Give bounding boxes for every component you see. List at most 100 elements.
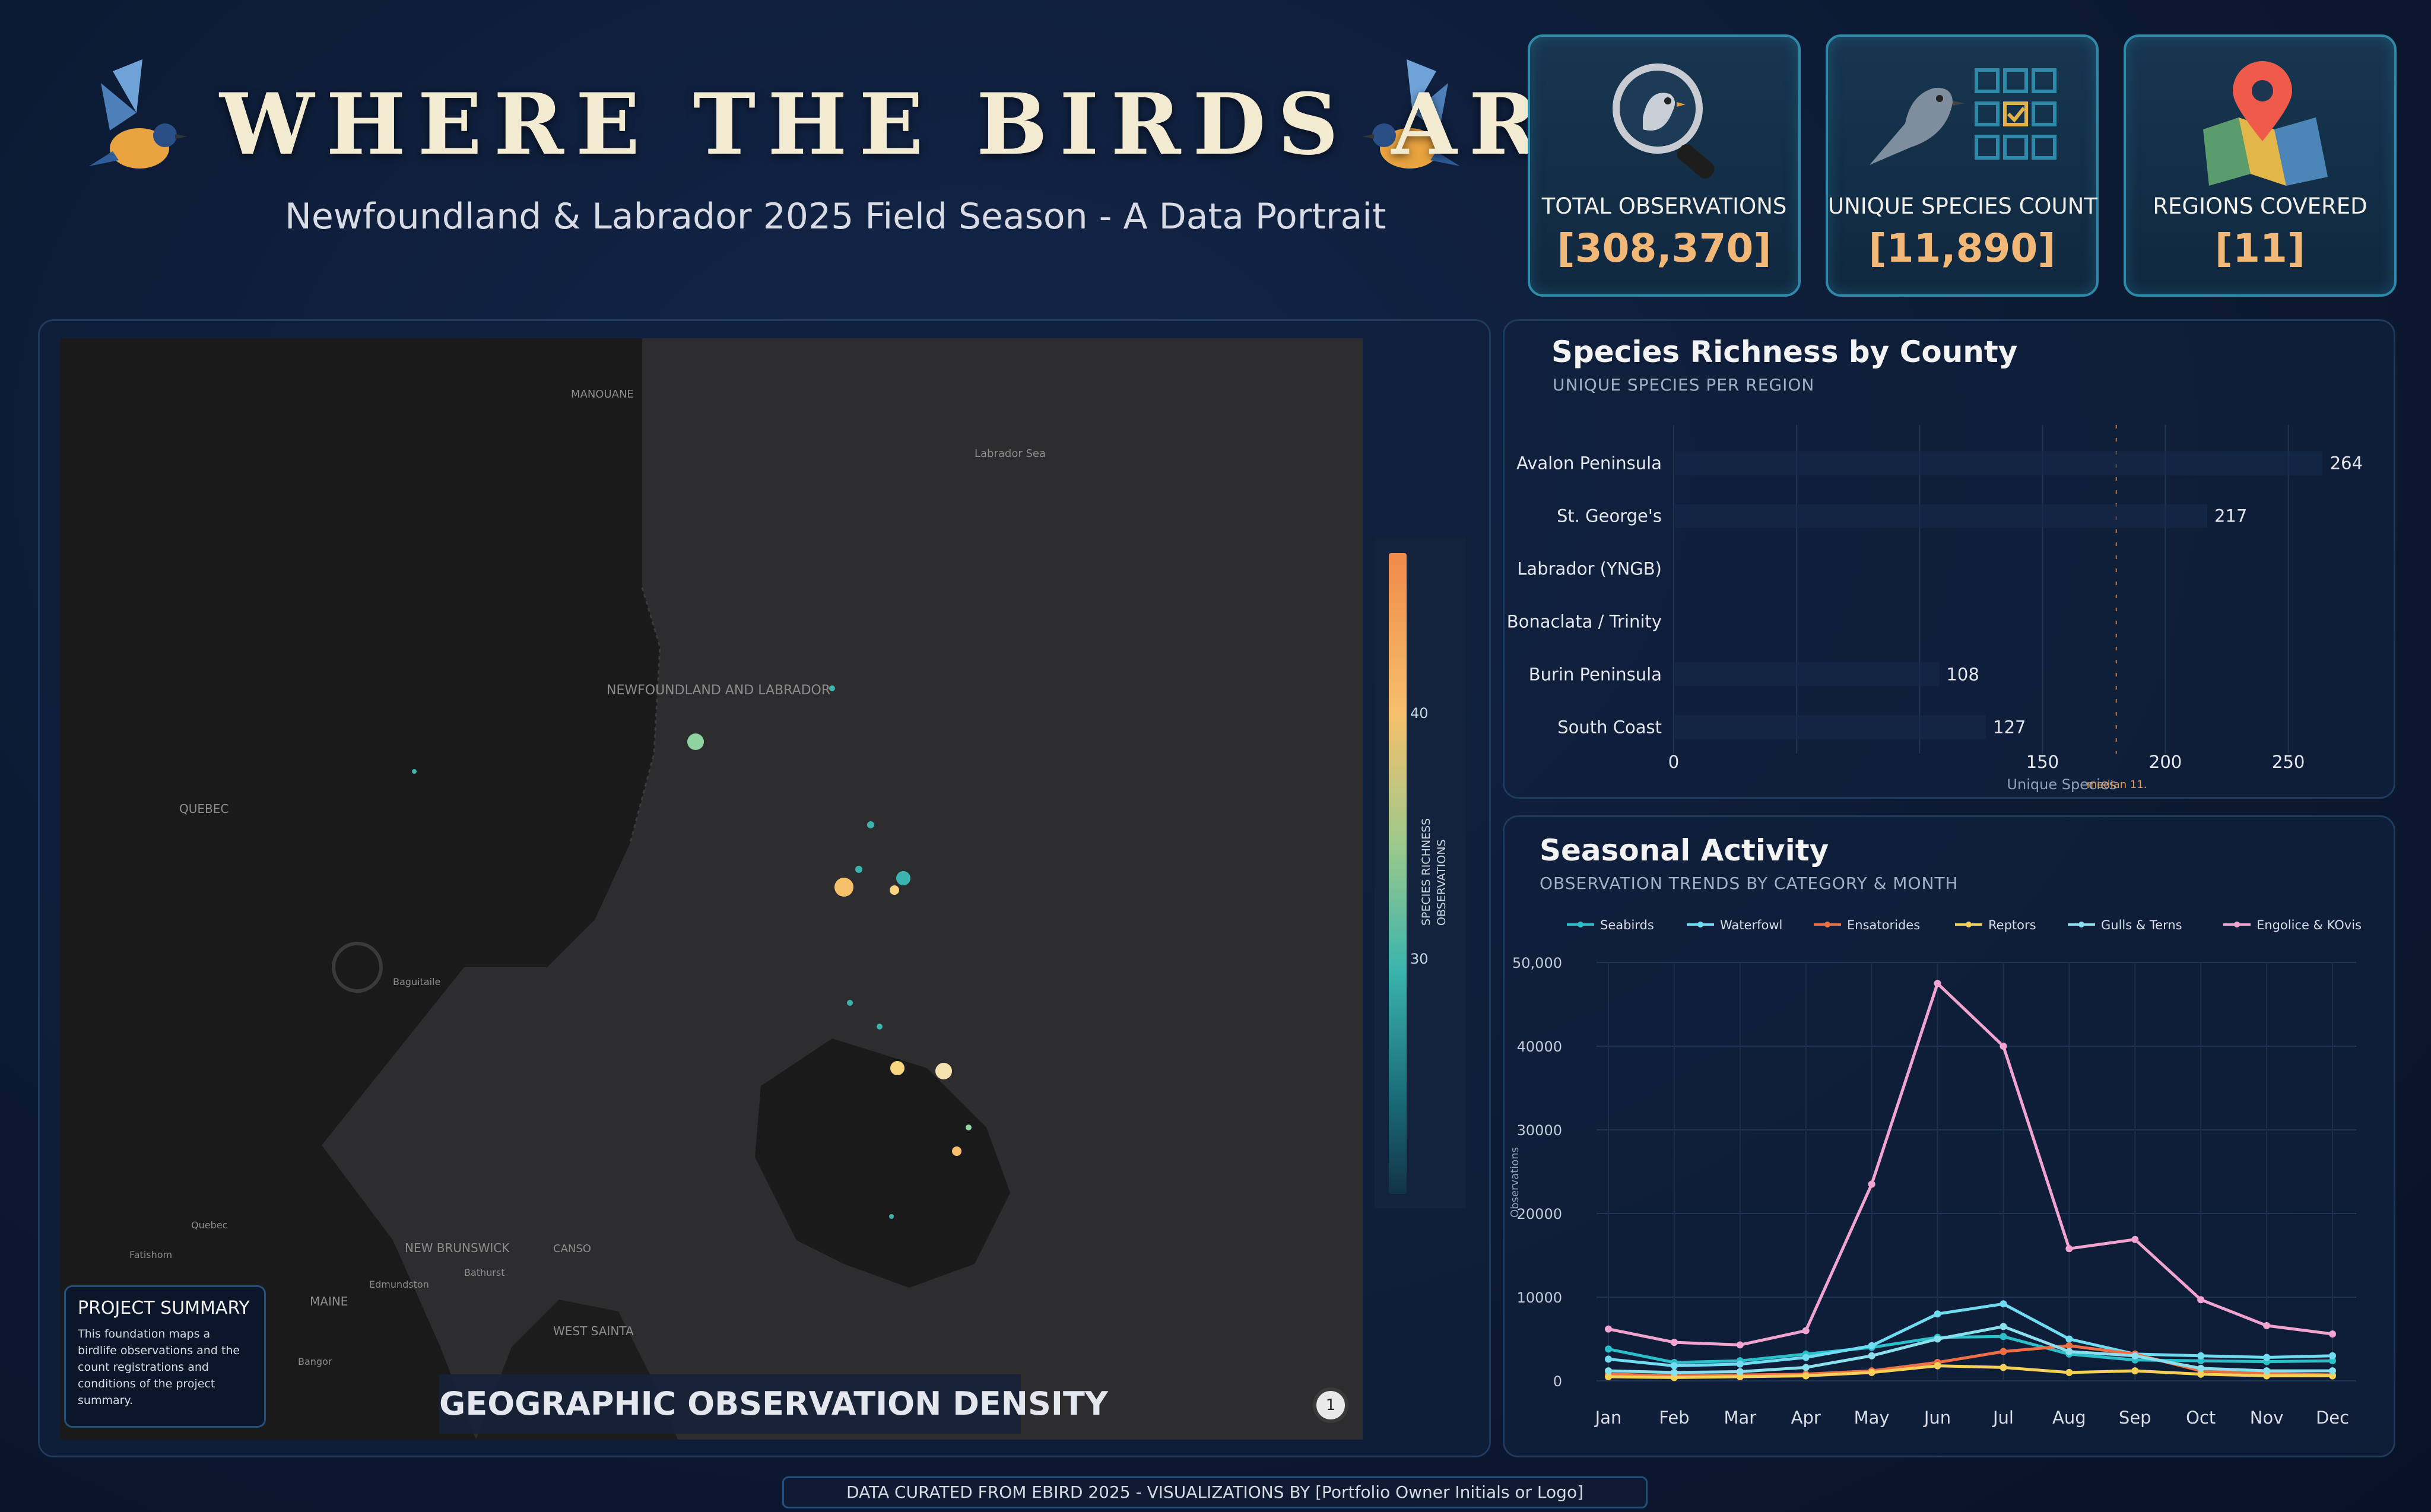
data-point[interactable]: [1868, 1368, 1875, 1376]
data-label: 108: [1946, 665, 1979, 685]
map-label: Quebec: [191, 1219, 227, 1231]
map-marker[interactable]: [889, 1214, 894, 1219]
data-point[interactable]: [2065, 1348, 2073, 1355]
data-point[interactable]: [2263, 1354, 2271, 1361]
data-point[interactable]: [2329, 1367, 2336, 1375]
data-point[interactable]: [2000, 1300, 2007, 1308]
data-point[interactable]: [2197, 1364, 2205, 1372]
data-point[interactable]: [1934, 1310, 1941, 1318]
map-marker[interactable]: [687, 733, 704, 750]
data-point[interactable]: [1802, 1364, 1810, 1371]
map-marker[interactable]: [847, 1000, 853, 1006]
map-marker[interactable]: [834, 878, 853, 897]
map-marker[interactable]: [890, 1061, 905, 1075]
kpi-card-regions-covered: REGIONS COVERED [11]: [2124, 34, 2397, 297]
map-marker[interactable]: [935, 1063, 952, 1079]
data-point[interactable]: [1868, 1342, 1875, 1349]
data-point[interactable]: [1934, 1362, 1941, 1370]
map-label: Fatishom: [129, 1249, 172, 1260]
legend-dot: [1966, 922, 1972, 927]
x-tick-label: Oct: [2186, 1408, 2216, 1428]
data-point[interactable]: [1802, 1327, 1810, 1335]
map-marker[interactable]: [867, 821, 874, 828]
data-point[interactable]: [2329, 1330, 2336, 1338]
data-point[interactable]: [1605, 1367, 1612, 1375]
x-tick-label: Nov: [2250, 1408, 2284, 1428]
x-tick-label: 200: [2149, 752, 2182, 772]
map-marker[interactable]: [855, 866, 862, 873]
map-marker[interactable]: [966, 1125, 972, 1130]
x-tick-label: 0: [1668, 752, 1679, 772]
legend-label: Seabirds: [1600, 918, 1654, 932]
seasonal-subtitle: OBSERVATION TRENDS BY CATEGORY & MONTH: [1540, 873, 1959, 893]
data-point[interactable]: [1605, 1325, 1612, 1333]
map-label: Baguitaile: [393, 976, 440, 987]
data-point[interactable]: [1605, 1355, 1612, 1363]
data-point[interactable]: [1868, 1352, 1875, 1359]
median-label: median 11.: [2087, 779, 2147, 791]
map-marker[interactable]: [412, 769, 417, 774]
data-point[interactable]: [1670, 1362, 1678, 1370]
data-point[interactable]: [1605, 1345, 1612, 1353]
map-marker[interactable]: [896, 871, 910, 885]
project-summary: PROJECT SUMMARY This foundation maps a b…: [64, 1285, 266, 1428]
data-point[interactable]: [2000, 1323, 2007, 1330]
data-point[interactable]: [2263, 1322, 2271, 1329]
data-point[interactable]: [2329, 1352, 2336, 1359]
bar[interactable]: [1674, 504, 2207, 528]
kpi-label: TOTAL OBSERVATIONS: [1541, 193, 1787, 219]
data-point[interactable]: [1934, 1335, 1941, 1343]
data-point[interactable]: [1934, 980, 1941, 987]
observation-map[interactable]: MANOUANE Labrador Sea NEWFOUNDLAND AND L…: [61, 338, 1363, 1440]
data-point[interactable]: [1802, 1372, 1810, 1380]
x-tick-label: Mar: [1724, 1408, 1756, 1428]
map-marker[interactable]: [877, 1024, 883, 1030]
richness-title: Species Richness by County: [1551, 335, 2018, 369]
category-label: St. George's: [1557, 506, 1662, 526]
colorbar-title: SPECIES RICHNESS OBSERVATIONS: [1418, 818, 1460, 926]
bar[interactable]: [1674, 662, 1940, 687]
data-point[interactable]: [2000, 1364, 2007, 1371]
data-point[interactable]: [2131, 1352, 2139, 1359]
data-point[interactable]: [2000, 1043, 2007, 1050]
legend-label: Waterfowl: [1720, 918, 1782, 932]
x-tick-label: 150: [2026, 752, 2059, 772]
data-point[interactable]: [2000, 1348, 2007, 1355]
data-point[interactable]: [1670, 1368, 1678, 1376]
data-point[interactable]: [2065, 1368, 2073, 1376]
data-point[interactable]: [2131, 1235, 2139, 1243]
kpi-value: [308,370]: [1557, 225, 1772, 271]
legend-label: Gulls & Terns: [2101, 918, 2182, 932]
data-point[interactable]: [2197, 1296, 2205, 1304]
data-point[interactable]: [2000, 1333, 2007, 1341]
bird-left-icon: [77, 47, 190, 184]
legend-label: Ensatorides: [1847, 918, 1920, 932]
map-marker[interactable]: [829, 685, 835, 691]
data-point[interactable]: [2131, 1367, 2139, 1375]
bar[interactable]: [1674, 451, 2323, 475]
map-label: Bangor: [298, 1356, 332, 1367]
page-title: WHERE THE BIRDS ARE: [220, 75, 1627, 174]
data-point[interactable]: [2065, 1245, 2073, 1253]
map-label: CANSO: [553, 1243, 591, 1255]
data-point[interactable]: [1868, 1180, 1875, 1188]
bar[interactable]: [1674, 715, 1986, 739]
map-label: MANOUANE: [571, 388, 634, 401]
legend-label: Engolice & KOvis: [2257, 918, 2362, 932]
map-marker[interactable]: [952, 1146, 961, 1156]
data-point[interactable]: [2065, 1335, 2073, 1343]
data-point[interactable]: [2197, 1352, 2205, 1359]
data-point[interactable]: [1736, 1341, 1744, 1349]
category-label: Bonaclata / Trinity: [1508, 612, 1662, 632]
data-point[interactable]: [2263, 1367, 2271, 1375]
category-label: South Coast: [1557, 717, 1662, 738]
map-label: Edmundston: [369, 1279, 429, 1290]
map-marker[interactable]: [890, 885, 899, 895]
data-point[interactable]: [1736, 1360, 1744, 1368]
data-point[interactable]: [1802, 1354, 1810, 1361]
data-point[interactable]: [1736, 1368, 1744, 1376]
legend-label: Reptors: [1988, 918, 2036, 932]
data-point[interactable]: [1670, 1339, 1678, 1346]
map-compass-button[interactable]: 1: [1313, 1387, 1348, 1423]
summary-title: PROJECT SUMMARY: [78, 1298, 250, 1319]
